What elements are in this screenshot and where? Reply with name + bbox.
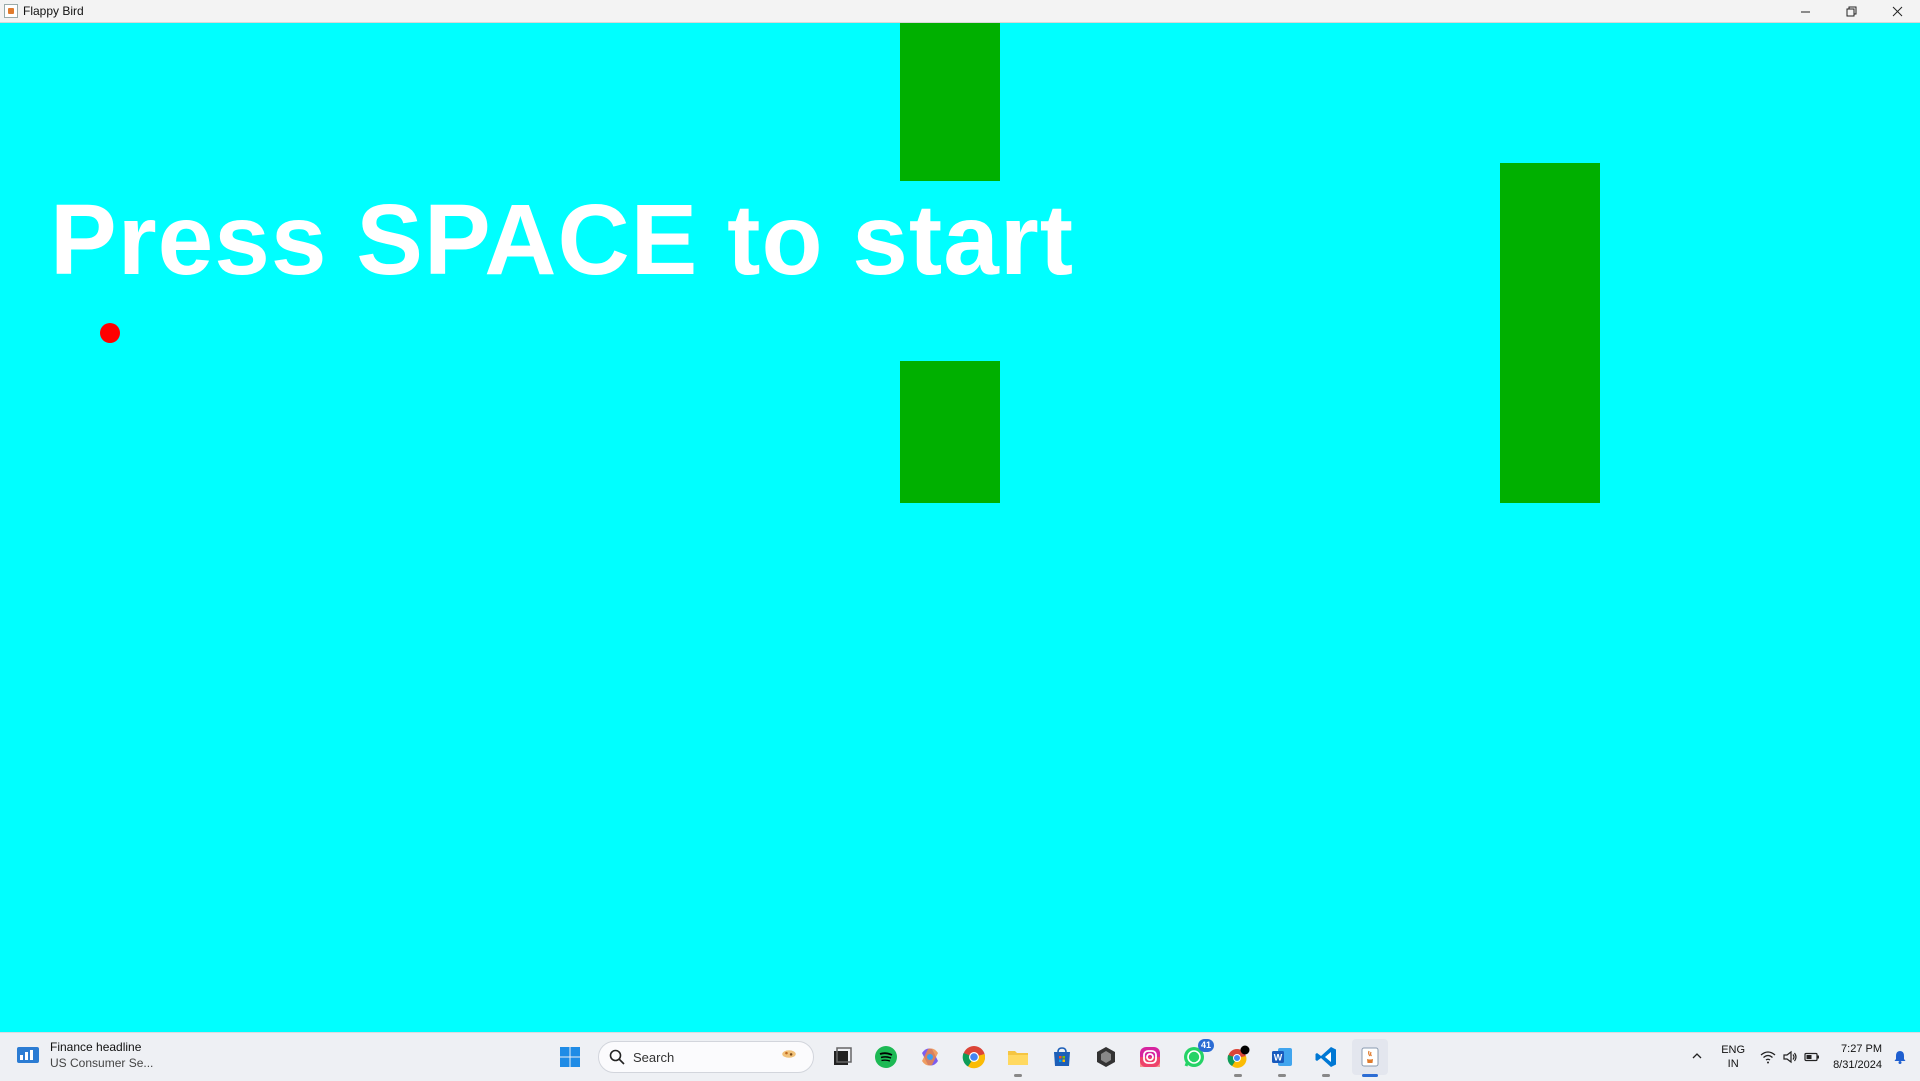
bird	[100, 323, 120, 343]
language-code: ENG	[1721, 1044, 1746, 1056]
unity-icon	[1097, 1047, 1115, 1067]
running-indicator	[1234, 1074, 1242, 1077]
chevron-up-icon	[1692, 1052, 1702, 1058]
running-indicator	[1322, 1074, 1330, 1077]
task-view-icon	[834, 1047, 852, 1065]
whatsapp-button[interactable]: 41	[1176, 1039, 1214, 1075]
running-indicator	[1014, 1074, 1022, 1077]
language-indicator[interactable]: ENG IN	[1721, 1043, 1745, 1071]
notifications-button[interactable]	[1890, 1047, 1910, 1067]
microsoft-store-button[interactable]	[1044, 1039, 1080, 1075]
pipe-2	[1500, 163, 1600, 503]
window-titlebar: Flappy Bird	[0, 0, 1920, 23]
close-button[interactable]	[1874, 0, 1920, 22]
restore-button[interactable]	[1828, 0, 1874, 22]
news-widget[interactable]: Finance headline US Consumer Se...	[16, 1039, 153, 1071]
bell-icon	[1894, 1051, 1906, 1064]
unity-button[interactable]	[1088, 1039, 1124, 1075]
word-icon: W	[1272, 1048, 1292, 1066]
search-highlight-icon	[782, 1050, 796, 1058]
windows-start-icon	[560, 1047, 580, 1067]
java-app-button[interactable]	[1352, 1039, 1388, 1077]
java-icon	[1361, 1047, 1379, 1067]
pipe-bottom-1	[900, 361, 1000, 503]
game-canvas[interactable]: Press SPACE to start	[0, 23, 1920, 1032]
copilot-button[interactable]	[912, 1039, 948, 1075]
chrome-profile-button[interactable]	[1220, 1039, 1256, 1077]
volume-icon	[1783, 1050, 1797, 1064]
chrome-button[interactable]	[956, 1039, 992, 1075]
vscode-button[interactable]	[1308, 1039, 1344, 1077]
instagram-button[interactable]	[1132, 1039, 1168, 1075]
active-indicator	[1362, 1074, 1378, 1077]
finance-widget-icon	[17, 1047, 39, 1063]
wifi-icon	[1760, 1051, 1776, 1064]
microsoft-store-icon	[1054, 1047, 1070, 1066]
search-placeholder: Search	[633, 1049, 675, 1065]
whatsapp-badge: 41	[1197, 1039, 1214, 1052]
task-view-button[interactable]	[824, 1039, 860, 1075]
file-explorer-button[interactable]	[1000, 1039, 1036, 1077]
spotify-icon	[875, 1046, 897, 1068]
taskbar-search[interactable]: Search	[598, 1041, 814, 1073]
search-icon	[609, 1049, 625, 1065]
running-indicator	[1278, 1074, 1286, 1077]
vscode-icon	[1315, 1047, 1336, 1067]
show-hidden-icons-button[interactable]	[1685, 1050, 1709, 1065]
chrome-icon	[962, 1046, 986, 1069]
restore-icon	[1846, 6, 1856, 16]
clock[interactable]: 7:27 PM 8/31/2024	[1833, 1041, 1882, 1073]
clock-date: 8/31/2024	[1833, 1059, 1882, 1071]
clock-time: 7:27 PM	[1841, 1043, 1882, 1055]
java-app-icon	[4, 4, 18, 18]
chrome-profile-icon	[1227, 1045, 1250, 1068]
quick-settings-button[interactable]	[1757, 1049, 1823, 1065]
taskbar: Finance headline US Consumer Se... Searc…	[0, 1032, 1920, 1081]
battery-icon	[1804, 1052, 1820, 1062]
window-controls	[1782, 0, 1920, 22]
start-prompt: Press SPACE to start	[50, 184, 1075, 296]
news-title: Finance headline	[50, 1040, 142, 1054]
system-tray: ENG IN 7:27 PM 8/31/2024	[1685, 1033, 1920, 1081]
minimize-button[interactable]	[1782, 0, 1828, 22]
instagram-icon	[1140, 1047, 1160, 1067]
taskbar-apps: Search 41 W	[548, 1039, 1392, 1077]
file-explorer-icon	[1008, 1051, 1028, 1065]
svg-text:W: W	[1274, 1053, 1283, 1063]
word-button[interactable]: W	[1264, 1039, 1300, 1077]
minimize-icon	[1800, 11, 1810, 12]
copilot-icon	[922, 1048, 938, 1066]
close-icon	[1892, 6, 1902, 16]
pipe-top-1	[900, 23, 1000, 181]
start-button[interactable]	[552, 1039, 588, 1075]
language-region: IN	[1727, 1058, 1739, 1070]
spotify-button[interactable]	[868, 1039, 904, 1075]
news-subtitle: US Consumer Se...	[50, 1056, 154, 1070]
window-title: Flappy Bird	[23, 4, 84, 18]
